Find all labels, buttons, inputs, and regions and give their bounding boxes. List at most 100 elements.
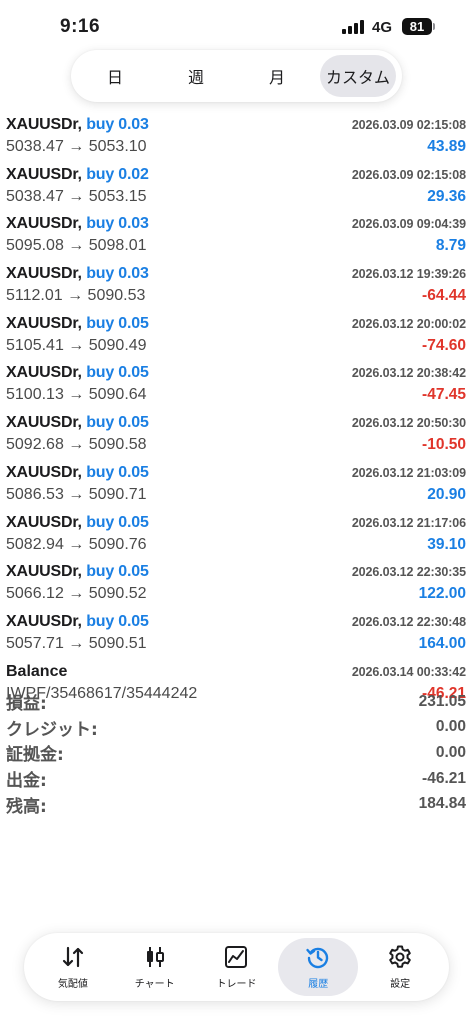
deal-time: 2026.03.12 21:17:06: [351, 515, 466, 530]
deal-side: buy 0.05: [86, 414, 149, 432]
tab-history[interactable]: 履歴: [278, 938, 359, 996]
deal-symbol: XAUUSDr,: [6, 463, 82, 481]
summary-credit-row: クレジット: 0.00: [0, 715, 473, 741]
deal-side: buy 0.03: [86, 215, 149, 233]
tab-trade[interactable]: トレード: [196, 938, 276, 996]
summary-profit-row: 損益: 231.05: [0, 689, 473, 715]
tab-week[interactable]: 週: [158, 55, 234, 97]
status-bar: 9:16 4G 81: [0, 0, 473, 56]
deal-symbol: XAUUSDr,: [6, 563, 82, 581]
tab-chart[interactable]: チャート: [115, 938, 195, 996]
deal-prices: 5086.53 → 5090.71: [6, 485, 147, 503]
deal-symbol: XAUUSDr,: [6, 215, 82, 233]
deal-row[interactable]: XAUUSDr, buy 0.05 2026.03.12 22:30:48 505…: [0, 609, 473, 659]
deal-row[interactable]: XAUUSDr, buy 0.05 2026.03.12 20:38:42 510…: [0, 360, 473, 410]
deal-time: 2026.03.12 19:39:26: [351, 267, 466, 282]
deal-row[interactable]: XAUUSDr, buy 0.03 2026.03.12 19:39:26 511…: [0, 261, 473, 311]
summary-label: 証拠金:: [6, 745, 64, 766]
history-screen: 9:16 4G 81 日 週 月 カスタム XAUUSDr, buy 0.03 2…: [0, 0, 473, 1024]
balance-label: Balance: [6, 662, 68, 680]
deal-row[interactable]: XAUUSDr, buy 0.05 2026.03.12 20:50:30 509…: [0, 410, 473, 460]
status-time: 9:16: [60, 16, 101, 37]
deal-time: 2026.03.12 20:50:30: [351, 416, 466, 431]
deal-symbol: XAUUSDr,: [6, 364, 82, 382]
deal-row[interactable]: XAUUSDr, buy 0.05 2026.03.12 20:00:02 510…: [0, 311, 473, 361]
deal-time: 2026.03.09 09:04:39: [351, 217, 466, 232]
deal-prices: 5038.47 → 5053.10: [6, 138, 147, 155]
summary-label: 損益:: [6, 694, 47, 715]
history-list: XAUUSDr, buy 0.03 2026.03.09 02:15:08 503…: [0, 112, 473, 708]
tab-label: チャート: [134, 979, 175, 990]
deal-time: 2026.03.12 22:30:48: [351, 614, 466, 629]
summary-value: -46.21: [422, 769, 466, 787]
summary-value: 0.00: [435, 718, 466, 736]
summary-balance-row: 残高: 184.84: [0, 791, 473, 817]
tab-month[interactable]: 月: [239, 55, 315, 97]
deal-row[interactable]: XAUUSDr, buy 0.03 2026.03.09 09:04:39 509…: [0, 211, 473, 261]
deal-row[interactable]: XAUUSDr, buy 0.05 2026.03.12 22:30:35 506…: [0, 559, 473, 609]
summary-label: 残高:: [6, 796, 47, 817]
battery-icon: 81: [402, 18, 432, 35]
deal-row[interactable]: XAUUSDr, buy 0.02 2026.03.09 02:15:08 503…: [0, 162, 473, 212]
deal-profit: 122.00: [418, 585, 466, 603]
deal-side: buy 0.03: [86, 116, 149, 133]
deal-profit: 20.90: [427, 485, 466, 503]
deal-profit: 8.79: [435, 237, 466, 255]
summary-deposit-row: 証拠金: 0.00: [0, 740, 473, 766]
deal-prices: 5057.71 → 5090.51: [6, 634, 147, 652]
deal-side: buy 0.05: [86, 463, 149, 481]
deal-profit: 29.36: [427, 187, 466, 205]
deal-prices: 5092.68 → 5090.58: [6, 436, 147, 454]
deal-symbol: XAUUSDr,: [6, 314, 82, 332]
deal-time: 2026.03.12 20:38:42: [351, 366, 466, 381]
tab-label: 気配値: [57, 979, 88, 990]
deal-profit: -64.44: [422, 287, 466, 305]
tab-day[interactable]: 日: [77, 55, 153, 97]
deal-prices: 5100.13 → 5090.64: [6, 386, 147, 404]
tab-label: トレード: [216, 979, 257, 990]
deal-symbol: XAUUSDr,: [6, 612, 82, 630]
deal-side: buy 0.02: [86, 165, 149, 183]
deal-prices: 5105.41 → 5090.49: [6, 336, 147, 354]
network-type: 4G: [372, 19, 393, 36]
deal-prices: 5066.12 → 5090.52: [6, 585, 147, 603]
battery-tip: [433, 23, 435, 30]
tab-quotes[interactable]: 気配値: [33, 938, 113, 996]
trade-line-chart-icon: [225, 946, 248, 968]
tab-custom[interactable]: カスタム: [320, 55, 396, 97]
deal-side: buy 0.05: [86, 563, 149, 581]
tab-label: 履歴: [308, 979, 329, 990]
deal-symbol: XAUUSDr,: [6, 165, 82, 183]
deal-symbol: XAUUSDr,: [6, 513, 82, 531]
summary-value: 0.00: [435, 743, 466, 761]
summary-block: 損益: 231.05 クレジット: 0.00 証拠金: 0.00 出金: -46…: [0, 689, 473, 817]
deal-prices: 5082.94 → 5090.76: [6, 535, 147, 553]
deal-side: buy 0.05: [86, 314, 149, 332]
deal-time: 2026.03.09 02:15:08: [351, 167, 466, 182]
deal-side: buy 0.05: [86, 612, 149, 630]
deal-row[interactable]: XAUUSDr, buy 0.05 2026.03.12 21:03:09 508…: [0, 460, 473, 510]
deal-profit: 164.00: [418, 634, 466, 652]
bottom-tab-bar: 気配値 チャート トレード 履歴 設定: [24, 933, 449, 1001]
tab-settings[interactable]: 設定: [360, 938, 440, 996]
quotes-arrows-icon: [62, 946, 83, 968]
deal-row[interactable]: XAUUSDr, buy 0.05 2026.03.12 21:17:06 508…: [0, 510, 473, 560]
deal-profit: -10.50: [422, 436, 466, 454]
summary-value: 231.05: [418, 692, 466, 710]
history-clock-icon: [306, 947, 329, 969]
deal-side: buy 0.05: [86, 364, 149, 382]
summary-value: 184.84: [418, 795, 466, 813]
deal-side: buy 0.03: [86, 265, 149, 283]
deal-time: 2026.03.09 02:15:08: [351, 118, 466, 132]
deal-symbol: XAUUSDr,: [6, 116, 82, 133]
deal-time: 2026.03.12 22:30:35: [351, 565, 466, 580]
deal-time: 2026.03.12 20:00:02: [351, 316, 466, 331]
tab-label: 設定: [390, 979, 411, 990]
gear-icon: [389, 945, 411, 968]
candlestick-chart-icon: [146, 947, 164, 967]
deal-symbol: XAUUSDr,: [6, 265, 82, 283]
cellular-signal-icon: [342, 20, 366, 34]
deal-profit: -74.60: [422, 336, 466, 354]
deal-row[interactable]: XAUUSDr, buy 0.03 2026.03.09 02:15:08 503…: [0, 112, 473, 162]
deal-profit: 39.10: [427, 535, 466, 553]
